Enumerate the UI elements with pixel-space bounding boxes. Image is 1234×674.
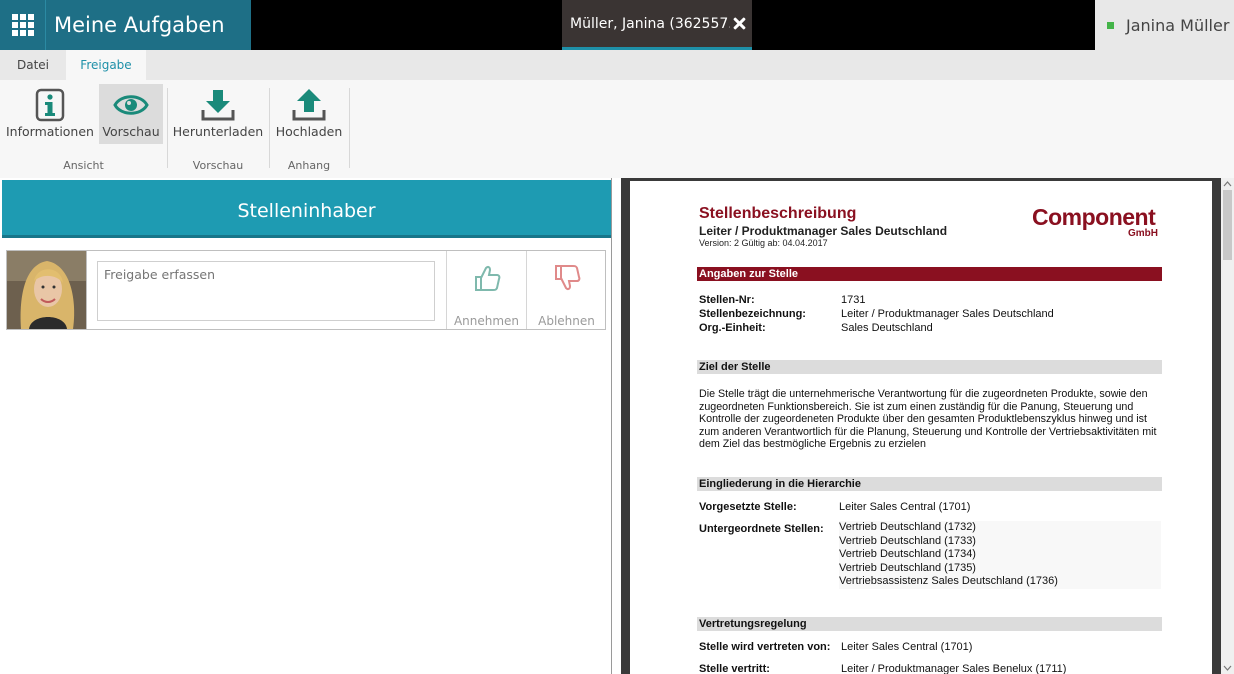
value-org-einheit: Sales Deutschland	[841, 322, 933, 334]
informationen-button[interactable]: Informationen	[6, 84, 94, 144]
tab-freigabe[interactable]: Freigabe	[66, 50, 146, 80]
user-name[interactable]: Janina Müller	[1126, 16, 1229, 35]
logo-sub-text: GmbH	[1128, 228, 1158, 239]
group-label-anhang: Anhang	[287, 159, 331, 172]
ribbon-tabs: Datei Freigabe	[0, 50, 1234, 80]
scroll-up-icon[interactable]	[1223, 180, 1232, 188]
download-icon	[201, 90, 235, 121]
online-status-icon	[1107, 21, 1114, 29]
doc-version: Version: 2 Gültig ab: 04.04.2017	[699, 238, 828, 248]
thumbs-up-icon	[474, 265, 500, 291]
untergeordnete-list: Vertrieb Deutschland (1732) Vertrieb Deu…	[839, 521, 1161, 589]
section-vertretung: Vertretungsregelung	[697, 617, 1162, 631]
list-item: Vertrieb Deutschland (1732)	[839, 521, 976, 533]
app-launcher-button[interactable]	[0, 0, 46, 50]
vorschau-label: Vorschau	[102, 124, 160, 139]
upload-icon	[292, 89, 326, 121]
label-org-einheit: Org.-Einheit:	[699, 322, 766, 334]
herunterladen-label: Herunterladen	[172, 124, 264, 139]
value-stellen-nr: 1731	[841, 294, 866, 306]
avatar	[7, 251, 87, 329]
group-label-vorschau: Vorschau	[192, 159, 244, 172]
list-item: Vertrieb Deutschland (1735)	[839, 561, 976, 574]
row-org-einheit: Org.-Einheit: Sales Deutschland	[630, 321, 1212, 335]
document-tab-label[interactable]: Müller, Janina (362557...	[570, 16, 730, 32]
informationen-label: Informationen	[6, 124, 94, 139]
reject-label: Ablehnen	[538, 314, 595, 328]
logo-main-text: Component	[1032, 204, 1156, 230]
section-hierarchie: Eingliederung in die Hierarchie	[697, 477, 1162, 491]
ribbon-separator	[269, 88, 270, 168]
reject-button[interactable]: Ablehnen	[526, 251, 606, 329]
accept-label: Annehmen	[453, 314, 520, 328]
label-untergeordnete: Untergeordnete Stellen:	[699, 523, 824, 535]
value-vorgesetzte: Leiter Sales Central (1701)	[839, 501, 971, 513]
top-bar: Meine Aufgaben Müller, Janina (362557...…	[0, 0, 1234, 50]
row-stellenbezeichnung: Stellenbezeichnung: Leiter / Produktmana…	[630, 307, 1212, 321]
document-tab[interactable]: Müller, Janina (362557...	[562, 0, 752, 50]
vorschau-button[interactable]: Vorschau	[99, 84, 163, 144]
person-photo	[7, 251, 86, 329]
ribbon-separator	[349, 88, 350, 168]
list-item: Vertriebsassistenz Sales Deutschland (17…	[839, 575, 1058, 587]
thumbs-down-icon	[554, 265, 580, 291]
value-stellenbezeichnung: Leiter / Produktmanager Sales Deutschlan…	[841, 308, 1054, 320]
hochladen-button[interactable]: Hochladen	[274, 84, 344, 144]
row-vertreten-von: Stelle wird vertreten von: Leiter Sales …	[630, 640, 1212, 654]
scroll-thumb[interactable]	[1223, 190, 1232, 260]
list-item: Vertrieb Deutschland (1733)	[839, 534, 976, 547]
ribbon-toolbar: Informationen Vorschau Herunterladen Hoc…	[0, 80, 1234, 178]
approval-card: Annehmen Ablehnen	[6, 250, 606, 330]
list-item: Vertrieb Deutschland (1734)	[839, 548, 976, 560]
info-icon	[35, 88, 65, 122]
doc-title: Stellenbeschreibung	[699, 205, 857, 222]
hochladen-label: Hochladen	[275, 124, 343, 139]
row-vertritt: Stelle vertritt: Leiter / Produktmanager…	[630, 662, 1212, 674]
approval-panel: Stelleninhaber Annehmen	[0, 178, 612, 674]
section-angaben: Angaben zur Stelle	[697, 267, 1162, 281]
document-preview[interactable]: Stellenbeschreibung Leiter / Produktmana…	[621, 178, 1234, 674]
herunterladen-button[interactable]: Herunterladen	[172, 84, 264, 144]
row-vorgesetzte: Vorgesetzte Stelle: Leiter Sales Central…	[630, 500, 1212, 514]
label-vertreten-von: Stelle wird vertreten von:	[699, 641, 831, 653]
doc-subtitle: Leiter / Produktmanager Sales Deutschlan…	[699, 224, 948, 238]
value-vertreten-von: Leiter Sales Central (1701)	[841, 641, 973, 653]
eye-icon	[113, 95, 149, 115]
label-stellen-nr: Stellen-Nr:	[699, 294, 755, 306]
row-stellen-nr: Stellen-Nr: 1731	[630, 293, 1212, 307]
label-vorgesetzte: Vorgesetzte Stelle:	[699, 501, 797, 513]
user-menu[interactable]: Janina Müller	[1095, 0, 1234, 50]
section-ziel: Ziel der Stelle	[697, 360, 1162, 374]
row-untergeordnete: Untergeordnete Stellen:	[630, 522, 830, 536]
panel-header: Stelleninhaber	[2, 180, 611, 238]
label-stellenbezeichnung: Stellenbezeichnung:	[699, 308, 806, 320]
accept-button[interactable]: Annehmen	[446, 251, 526, 329]
ziel-text: Die Stelle trägt die unternehmerische Ve…	[699, 388, 1157, 450]
tab-datei[interactable]: Datei	[0, 50, 66, 80]
approval-comment-input[interactable]	[97, 261, 435, 321]
label-vertritt: Stelle vertritt:	[699, 663, 770, 674]
group-label-ansicht: Ansicht	[63, 159, 104, 172]
company-logo: Component GmbH	[1032, 205, 1162, 245]
scroll-down-icon[interactable]	[1223, 664, 1232, 672]
close-icon[interactable]	[730, 15, 748, 33]
document-page: Stellenbeschreibung Leiter / Produktmana…	[630, 181, 1212, 674]
app-title: Meine Aufgaben	[46, 0, 251, 50]
vertical-scrollbar[interactable]	[1221, 178, 1234, 674]
value-vertritt: Leiter / Produktmanager Sales Benelux (1…	[841, 663, 1067, 674]
grid-icon	[11, 14, 34, 36]
ribbon-separator	[167, 88, 168, 168]
